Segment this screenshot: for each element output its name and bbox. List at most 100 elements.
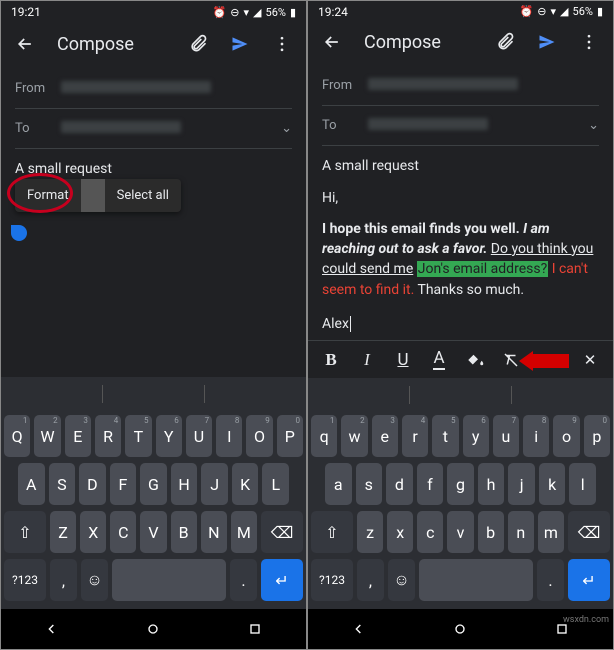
from-row[interactable]: From <box>15 69 292 109</box>
attach-button[interactable] <box>487 24 523 60</box>
key-r[interactable]: R4 <box>95 415 121 457</box>
key-s[interactable]: S <box>49 463 76 505</box>
key-b[interactable]: b <box>478 511 504 553</box>
shift-key[interactable]: ⇧ <box>4 511 46 553</box>
key-i[interactable]: i8 <box>523 415 549 457</box>
attach-button[interactable] <box>180 26 216 62</box>
key-u[interactable]: u7 <box>493 415 519 457</box>
nav-recent[interactable] <box>235 609 275 649</box>
key-a[interactable]: a <box>325 463 352 505</box>
key-j[interactable]: j <box>508 463 535 505</box>
fmt-italic[interactable]: I <box>350 343 384 377</box>
period-key[interactable]: . <box>230 559 257 601</box>
from-row[interactable]: From <box>322 66 599 106</box>
emoji-key[interactable]: ☺ <box>388 559 415 601</box>
space-key[interactable] <box>419 559 533 601</box>
enter-key[interactable]: ↵ <box>568 559 610 601</box>
key-p[interactable]: p0 <box>584 415 610 457</box>
key-d[interactable]: d <box>386 463 413 505</box>
text-cursor-handle[interactable] <box>11 225 27 241</box>
to-row[interactable]: To ⌄ <box>15 109 292 149</box>
key-k[interactable]: K <box>232 463 259 505</box>
comma-key[interactable]: , <box>357 559 384 601</box>
key-t[interactable]: T5 <box>125 415 151 457</box>
key-w[interactable]: w2 <box>341 415 367 457</box>
comma-key[interactable]: , <box>50 559 77 601</box>
key-r[interactable]: r4 <box>402 415 428 457</box>
key-y[interactable]: Y6 <box>156 415 182 457</box>
send-button[interactable] <box>529 24 565 60</box>
fmt-close[interactable]: ✕ <box>573 343 607 377</box>
fmt-fillcolor[interactable] <box>458 343 492 377</box>
key-c[interactable]: c <box>417 511 443 553</box>
key-g[interactable]: G <box>140 463 167 505</box>
key-k[interactable]: k <box>539 463 566 505</box>
key-l[interactable]: L <box>262 463 289 505</box>
subject-field[interactable]: A small request <box>308 146 613 182</box>
nav-back[interactable] <box>339 609 379 649</box>
nav-home[interactable] <box>133 609 173 649</box>
period-key[interactable]: . <box>537 559 564 601</box>
fmt-underline[interactable]: U <box>386 343 420 377</box>
key-f[interactable]: f <box>417 463 444 505</box>
key-z[interactable]: Z <box>50 511 76 553</box>
key-m[interactable]: M <box>231 511 257 553</box>
key-n[interactable]: n <box>508 511 534 553</box>
key-m[interactable]: m <box>538 511 564 553</box>
key-v[interactable]: v <box>447 511 473 553</box>
chevron-down-icon[interactable]: ⌄ <box>276 121 292 136</box>
overflow-button[interactable] <box>571 24 607 60</box>
key-t[interactable]: t5 <box>432 415 458 457</box>
ctx-format[interactable]: Format <box>15 179 81 212</box>
fmt-bold[interactable]: B <box>314 343 348 377</box>
key-w[interactable]: W2 <box>34 415 60 457</box>
key-d[interactable]: D <box>79 463 106 505</box>
overflow-button[interactable] <box>264 26 300 62</box>
key-g[interactable]: g <box>447 463 474 505</box>
space-key[interactable] <box>112 559 226 601</box>
back-button[interactable] <box>314 24 350 60</box>
key-l[interactable]: l <box>569 463 596 505</box>
fmt-textcolor[interactable]: A <box>422 343 456 377</box>
key-f[interactable]: F <box>110 463 137 505</box>
ctx-selectall[interactable]: Select all <box>105 179 181 212</box>
key-h[interactable]: H <box>171 463 198 505</box>
email-body[interactable]: Hi, I hope this email finds you well. I … <box>308 182 613 340</box>
key-y[interactable]: y6 <box>463 415 489 457</box>
key-o[interactable]: O9 <box>246 415 272 457</box>
nav-home[interactable] <box>440 609 480 649</box>
key-x[interactable]: X <box>80 511 106 553</box>
backspace-key[interactable]: ⌫ <box>261 511 303 553</box>
back-button[interactable] <box>7 26 43 62</box>
shift-key[interactable]: ⇧ <box>311 511 353 553</box>
fmt-clear[interactable] <box>494 343 528 377</box>
key-c[interactable]: C <box>110 511 136 553</box>
key-j[interactable]: J <box>201 463 228 505</box>
key-v[interactable]: V <box>140 511 166 553</box>
email-body[interactable] <box>1 185 306 377</box>
emoji-key[interactable]: ☺ <box>81 559 108 601</box>
key-s[interactable]: s <box>356 463 383 505</box>
backspace-key[interactable]: ⌫ <box>568 511 610 553</box>
chevron-down-icon[interactable]: ⌄ <box>583 118 599 133</box>
symbols-key[interactable]: ?123 <box>4 559 46 601</box>
key-p[interactable]: P0 <box>277 415 303 457</box>
to-row[interactable]: To ⌄ <box>322 106 599 146</box>
key-a[interactable]: A <box>18 463 45 505</box>
key-o[interactable]: o9 <box>553 415 579 457</box>
key-z[interactable]: z <box>357 511 383 553</box>
send-button[interactable] <box>222 26 258 62</box>
key-u[interactable]: U7 <box>186 415 212 457</box>
key-e[interactable]: e3 <box>372 415 398 457</box>
key-q[interactable]: q1 <box>311 415 337 457</box>
key-x[interactable]: x <box>387 511 413 553</box>
key-q[interactable]: Q1 <box>4 415 30 457</box>
symbols-key[interactable]: ?123 <box>311 559 353 601</box>
key-h[interactable]: h <box>478 463 505 505</box>
nav-back[interactable] <box>32 609 72 649</box>
key-e[interactable]: E3 <box>65 415 91 457</box>
enter-key[interactable]: ↵ <box>261 559 303 601</box>
key-b[interactable]: B <box>171 511 197 553</box>
key-i[interactable]: I8 <box>216 415 242 457</box>
key-n[interactable]: N <box>201 511 227 553</box>
